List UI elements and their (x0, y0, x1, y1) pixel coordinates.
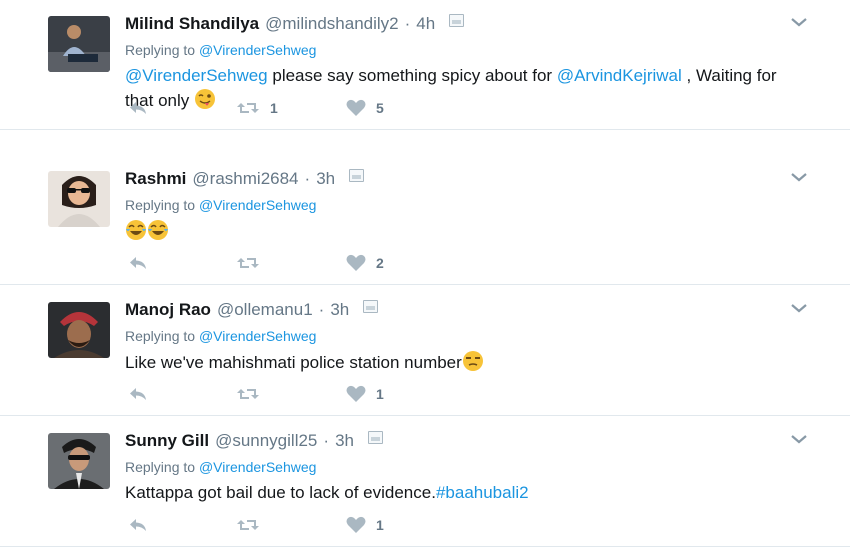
tweet-header: Rashmi @rashmi2684 · 3h (125, 169, 365, 191)
chevron-down-icon[interactable] (790, 302, 808, 314)
retweet-count: 1 (270, 100, 278, 116)
heart-icon (346, 254, 366, 271)
replying-to-line: Replying to @VirenderSehweg (125, 197, 316, 213)
user-handle[interactable]: @milindshandily2 (265, 14, 399, 34)
timestamp[interactable]: 3h (330, 300, 349, 320)
heart-icon (346, 99, 366, 116)
avatar[interactable] (48, 171, 110, 227)
like-button[interactable]: 2 (346, 254, 384, 272)
separator-dot: · (318, 300, 325, 319)
timestamp[interactable]: 3h (335, 431, 354, 451)
tweet-card[interactable]: Manoj Rao @ollemanu1 · 3h Replying to @V… (0, 286, 850, 416)
replying-to-line: Replying to @VirenderSehweg (125, 42, 316, 58)
heart-icon (346, 516, 366, 533)
avatar[interactable] (48, 16, 110, 72)
retweet-button[interactable] (236, 255, 346, 271)
tweet-actions: 1 (128, 514, 384, 536)
user-handle[interactable]: @ollemanu1 (217, 300, 313, 320)
tweet-actions: 2 (128, 252, 384, 274)
reply-icon (130, 257, 146, 269)
display-name[interactable]: Milind Shandilya (125, 14, 259, 34)
replying-mention-link[interactable]: @VirenderSehweg (199, 328, 316, 344)
hashtag-link[interactable]: #baahubali2 (436, 483, 529, 502)
tweet-text (125, 219, 805, 244)
tweet-text-part: Kattappa got bail due to lack of evidenc… (125, 483, 436, 502)
tears-of-joy-emoji-icon (148, 220, 168, 240)
reply-button[interactable] (128, 255, 236, 271)
replying-to-line: Replying to @VirenderSehweg (125, 459, 316, 475)
media-icon (349, 169, 365, 182)
reply-feed: Milind Shandilya @milindshandily2 · 4h R… (0, 0, 850, 550)
separator-dot: · (323, 431, 330, 450)
mention-link[interactable]: @ArvindKejriwal (557, 66, 682, 85)
tweet-text: Kattappa got bail due to lack of evidenc… (125, 481, 805, 505)
like-count: 1 (376, 517, 384, 533)
replying-mention-link[interactable]: @VirenderSehweg (199, 459, 316, 475)
like-count: 1 (376, 386, 384, 402)
chevron-down-icon[interactable] (790, 433, 808, 445)
tears-of-joy-emoji-icon (126, 220, 146, 240)
display-name[interactable]: Rashmi (125, 169, 186, 189)
like-button[interactable]: 5 (346, 99, 384, 117)
tweet-text-part: please say something spicy about for (267, 66, 557, 85)
display-name[interactable]: Sunny Gill (125, 431, 209, 451)
tweet-header: Milind Shandilya @milindshandily2 · 4h (125, 14, 465, 36)
timestamp[interactable]: 4h (416, 14, 435, 34)
reply-button[interactable] (128, 100, 236, 116)
reply-icon (130, 102, 146, 114)
tweet-card[interactable]: Sunny Gill @sunnygill25 · 3h Replying to… (0, 417, 850, 547)
user-handle[interactable]: @sunnygill25 (215, 431, 317, 451)
replying-label: Replying to (125, 328, 196, 344)
reply-icon (130, 519, 146, 531)
reply-button[interactable] (128, 386, 236, 402)
separator-dot: · (404, 14, 411, 33)
avatar[interactable] (48, 302, 110, 358)
media-icon (449, 14, 465, 27)
like-count: 5 (376, 100, 384, 116)
reply-icon (130, 388, 146, 400)
unamused-face-emoji-icon (462, 351, 483, 371)
tweet-header: Sunny Gill @sunnygill25 · 3h (125, 431, 383, 453)
display-name[interactable]: Manoj Rao (125, 300, 211, 320)
replying-label: Replying to (125, 197, 196, 213)
retweet-button[interactable] (236, 386, 346, 402)
retweet-button[interactable]: 1 (236, 100, 346, 116)
like-button[interactable]: 1 (346, 516, 384, 534)
avatar[interactable] (48, 433, 110, 489)
retweet-icon (237, 520, 259, 530)
tweet-card[interactable]: Rashmi @rashmi2684 · 3h Replying to @Vir… (0, 155, 850, 285)
reply-button[interactable] (128, 517, 236, 533)
tweet-card[interactable]: Milind Shandilya @milindshandily2 · 4h R… (0, 0, 850, 130)
replying-mention-link[interactable]: @VirenderSehweg (199, 42, 316, 58)
retweet-icon (237, 103, 259, 113)
heart-icon (346, 385, 366, 402)
chevron-down-icon[interactable] (790, 16, 808, 28)
media-icon (367, 431, 383, 444)
replying-label: Replying to (125, 459, 196, 475)
user-handle[interactable]: @rashmi2684 (192, 169, 298, 189)
replying-label: Replying to (125, 42, 196, 58)
timestamp[interactable]: 3h (316, 169, 335, 189)
retweet-icon (237, 389, 259, 399)
chevron-down-icon[interactable] (790, 171, 808, 183)
tweet-header: Manoj Rao @ollemanu1 · 3h (125, 300, 379, 322)
tweet-actions: 1 (128, 383, 384, 405)
like-count: 2 (376, 255, 384, 271)
replying-mention-link[interactable]: @VirenderSehweg (199, 197, 316, 213)
tweet-text: Like we've mahishmati police station num… (125, 350, 805, 375)
separator-dot: · (304, 169, 311, 188)
retweet-icon (237, 258, 259, 268)
replying-to-line: Replying to @VirenderSehweg (125, 328, 316, 344)
mention-link[interactable]: @VirenderSehweg (125, 66, 268, 85)
like-button[interactable]: 1 (346, 385, 384, 403)
retweet-button[interactable] (236, 517, 346, 533)
media-icon (363, 300, 379, 313)
tweet-text-part: Like we've mahishmati police station num… (125, 353, 462, 372)
tweet-actions: 1 5 (128, 97, 384, 119)
